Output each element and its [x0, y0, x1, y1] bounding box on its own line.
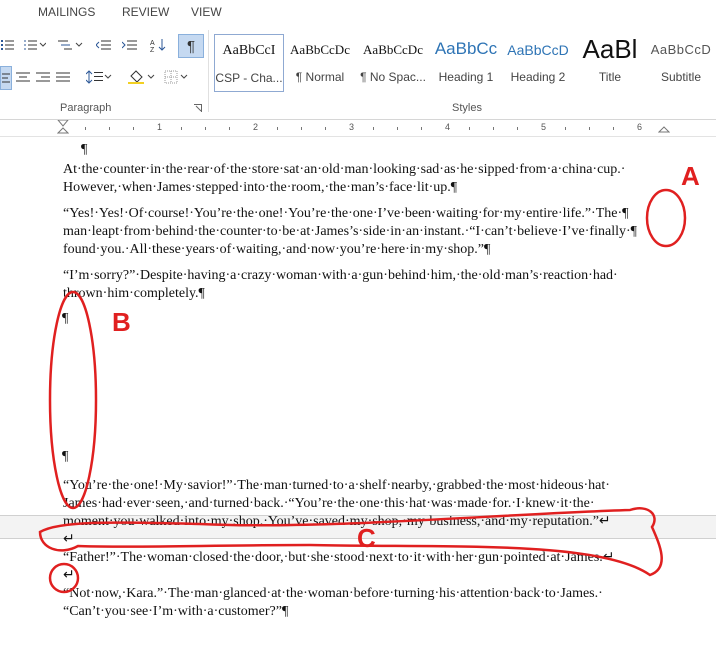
annotation-label-a: A — [681, 161, 700, 191]
annotation-overlay — [38, 188, 687, 594]
annotation-label-b: B — [112, 307, 131, 337]
annotation-bracket-c — [38, 507, 663, 577]
annotation-circle-a — [645, 188, 687, 248]
annotation-oval-b — [48, 290, 98, 510]
annotation-label-c: C — [357, 523, 376, 553]
annotation-circle-c-small — [48, 562, 80, 594]
